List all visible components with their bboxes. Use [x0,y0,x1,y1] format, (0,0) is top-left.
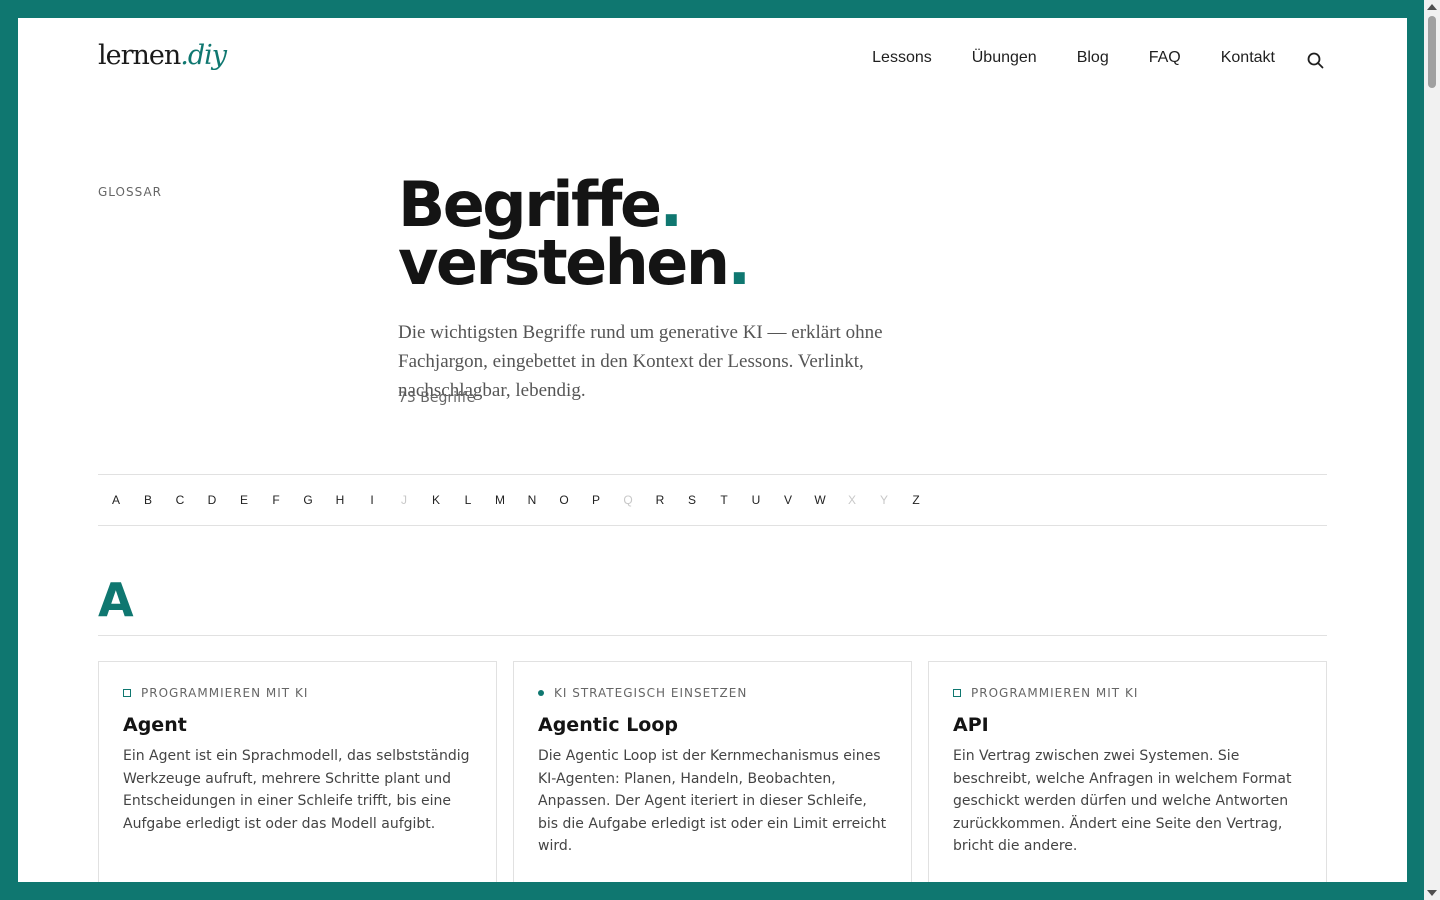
card-title[interactable]: API [953,714,1302,736]
alphabet-letter-s[interactable]: S [676,493,708,507]
dot-icon [538,690,544,696]
term-card[interactable]: PROGRAMMIEREN MIT KI Agent Ein Agent ist… [98,661,497,882]
card-category-label: PROGRAMMIEREN MIT KI [971,686,1139,700]
alphabet-letter-p[interactable]: P [580,493,612,507]
alphabet-letter-h[interactable]: H [324,493,356,507]
alphabet-letter-z[interactable]: Z [900,493,932,507]
logo-accent: .diy [180,40,227,71]
page-title: Begriffe. verstehen. [398,174,751,294]
site-logo[interactable]: lernen.diy [98,40,227,71]
section-letter: A [98,573,134,627]
nav-lessons[interactable]: Lessons [872,49,932,67]
card-category: KI STRATEGISCH EINSETZEN [538,686,887,700]
page-eyebrow: GLOSSAR [98,185,163,199]
logo-main: lernen [98,40,181,71]
alphabet-letter-k[interactable]: K [420,493,452,507]
page-scrollbar[interactable] [1424,0,1440,900]
nav-blog[interactable]: Blog [1077,49,1109,67]
nav-kontakt[interactable]: Kontakt [1221,49,1275,67]
term-card[interactable]: KI STRATEGISCH EINSETZEN Agentic Loop Di… [513,661,912,882]
alphabet-nav: ABCDEFGHIJKLMNOPQRSTUVWX YZ [98,474,1327,526]
nav-faq[interactable]: FAQ [1149,49,1181,67]
card-category: PROGRAMMIEREN MIT KI [123,686,472,700]
alphabet-letter-q: Q [623,493,633,507]
square-outline-icon [123,689,131,697]
title-line-2: verstehen [398,226,730,299]
alphabet-letter-e[interactable]: E [228,493,260,507]
alphabet-letter-m[interactable]: M [484,493,516,507]
alphabet-letter-y: Y [879,493,888,507]
square-outline-icon [953,689,961,697]
alphabet-letter-d[interactable]: D [196,493,228,507]
alphabet-letter-j: J [401,493,407,507]
alphabet-letter-v[interactable]: V [772,493,804,507]
alphabet-letter-l[interactable]: L [452,493,484,507]
search-button[interactable] [1303,48,1327,72]
main-nav: Lessons Übungen Blog FAQ Kontakt [872,49,1275,67]
search-icon [1307,52,1323,68]
alphabet-letter-i[interactable]: I [356,493,388,507]
page-viewport: lernen.diy Lessons Übungen Blog FAQ Kont… [18,18,1407,882]
title-dot-2: . [727,226,751,299]
nav-uebungen[interactable]: Übungen [972,49,1037,67]
term-card-grid: PROGRAMMIEREN MIT KI Agent Ein Agent ist… [98,661,1327,882]
alphabet-letter-c[interactable]: C [164,493,196,507]
card-text: Die Agentic Loop ist der Kernmechanismus… [538,748,887,854]
card-category: PROGRAMMIEREN MIT KI [953,686,1302,700]
alphabet-letter-n[interactable]: N [516,493,548,507]
card-title[interactable]: Agent [123,714,472,736]
alphabet-letter-a[interactable]: A [100,493,132,507]
alphabet-letter-g[interactable]: G [292,493,324,507]
card-title[interactable]: Agentic Loop [538,714,887,736]
section-divider [98,635,1327,636]
alphabet-letter-u[interactable]: U [740,493,772,507]
page-lead: Die wichtigsten Begriffe rund um generat… [398,322,883,401]
alphabet-letter-f[interactable]: F [260,493,292,507]
alphabet-letter-r[interactable]: R [644,493,676,507]
card-text: Ein Vertrag zwischen zwei Systemen. Sie … [953,748,1292,854]
alphabet-letter-b[interactable]: B [132,493,164,507]
site-header: lernen.diy Lessons Übungen Blog FAQ Kont… [98,40,1327,80]
card-text: Ein Agent ist ein Sprachmodell, das selb… [123,748,470,832]
alphabet-letter-w[interactable]: W [804,493,836,507]
term-count: 73 Begriffe [398,390,476,406]
scrollbar-thumb[interactable] [1428,16,1436,88]
card-category-label: PROGRAMMIEREN MIT KI [141,686,309,700]
alphabet-letter-t[interactable]: T [708,493,740,507]
alphabet-letter-x: X [847,493,856,507]
term-card[interactable]: PROGRAMMIEREN MIT KI API Ein Vertrag zwi… [928,661,1327,882]
alphabet-letter-o[interactable]: O [548,493,580,507]
scroll-up-arrow-icon[interactable] [1427,4,1437,10]
scroll-down-arrow-icon[interactable] [1427,890,1437,896]
card-category-label: KI STRATEGISCH EINSETZEN [554,686,748,700]
